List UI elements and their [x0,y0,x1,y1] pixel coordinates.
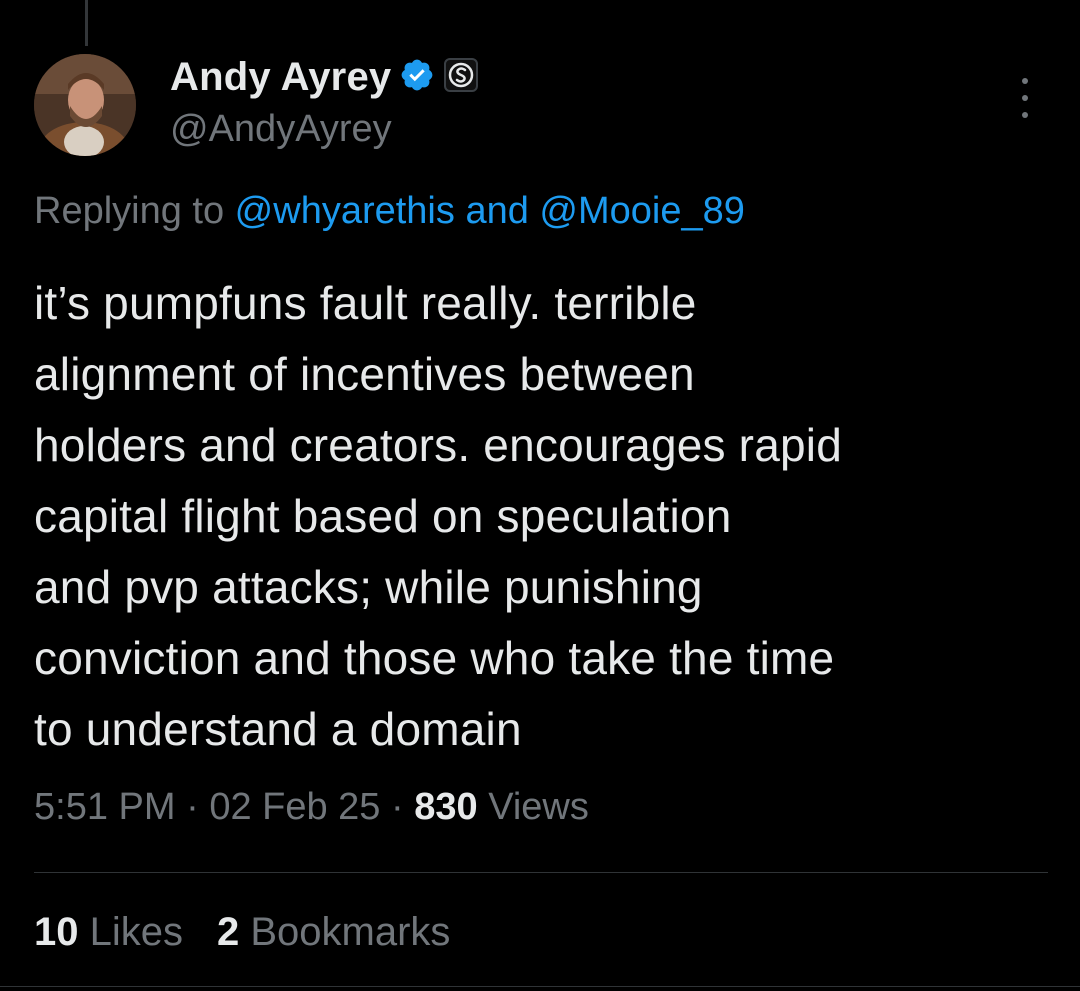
meta-separator: · [380,786,415,828]
more-dot-icon [1022,95,1028,101]
likes-stat[interactable]: 10 Likes [34,910,183,955]
views-label: Views [477,786,589,828]
author-display-name[interactable]: Andy Ayrey [170,55,391,100]
affiliate-badge-icon[interactable] [443,57,479,98]
author-handle[interactable]: @AndyAyrey [170,108,392,151]
more-dot-icon [1022,78,1028,84]
mention-link[interactable]: @Mooie_89 [539,190,744,232]
replying-prefix: Replying to [34,190,235,232]
divider [34,872,1048,873]
replying-joiner: and [454,190,540,232]
mention-link[interactable]: @whyarethis [235,190,455,232]
bookmarks-count: 2 [217,910,240,954]
more-options-button[interactable] [1008,78,1042,118]
profile-photo [34,54,136,156]
verified-badge-icon[interactable] [399,57,435,98]
bookmarks-stat[interactable]: 2 Bookmarks [217,910,450,955]
avatar[interactable] [34,54,136,156]
thread-connector-line [85,0,88,46]
bookmarks-label: Bookmarks [239,910,451,954]
tweet-text: it’s pumpfuns fault really. terrible ali… [34,277,842,755]
meta-separator: · [175,786,210,828]
tweet-time[interactable]: 5:51 PM [34,786,176,828]
divider [0,986,1080,987]
engagement-stats: 10 Likes 2 Bookmarks [34,910,450,955]
author-name-row: Andy Ayrey [170,52,479,102]
tweet-meta: 5:51 PM · 02 Feb 25 · 830 Views [34,786,589,829]
likes-count: 10 [34,910,79,954]
likes-label: Likes [78,910,183,954]
replying-to-line: Replying to @whyarethis and @Mooie_89 [34,190,745,233]
tweet-date[interactable]: 02 Feb 25 [209,786,380,828]
views-count: 830 [414,786,478,828]
more-dot-icon [1022,112,1028,118]
